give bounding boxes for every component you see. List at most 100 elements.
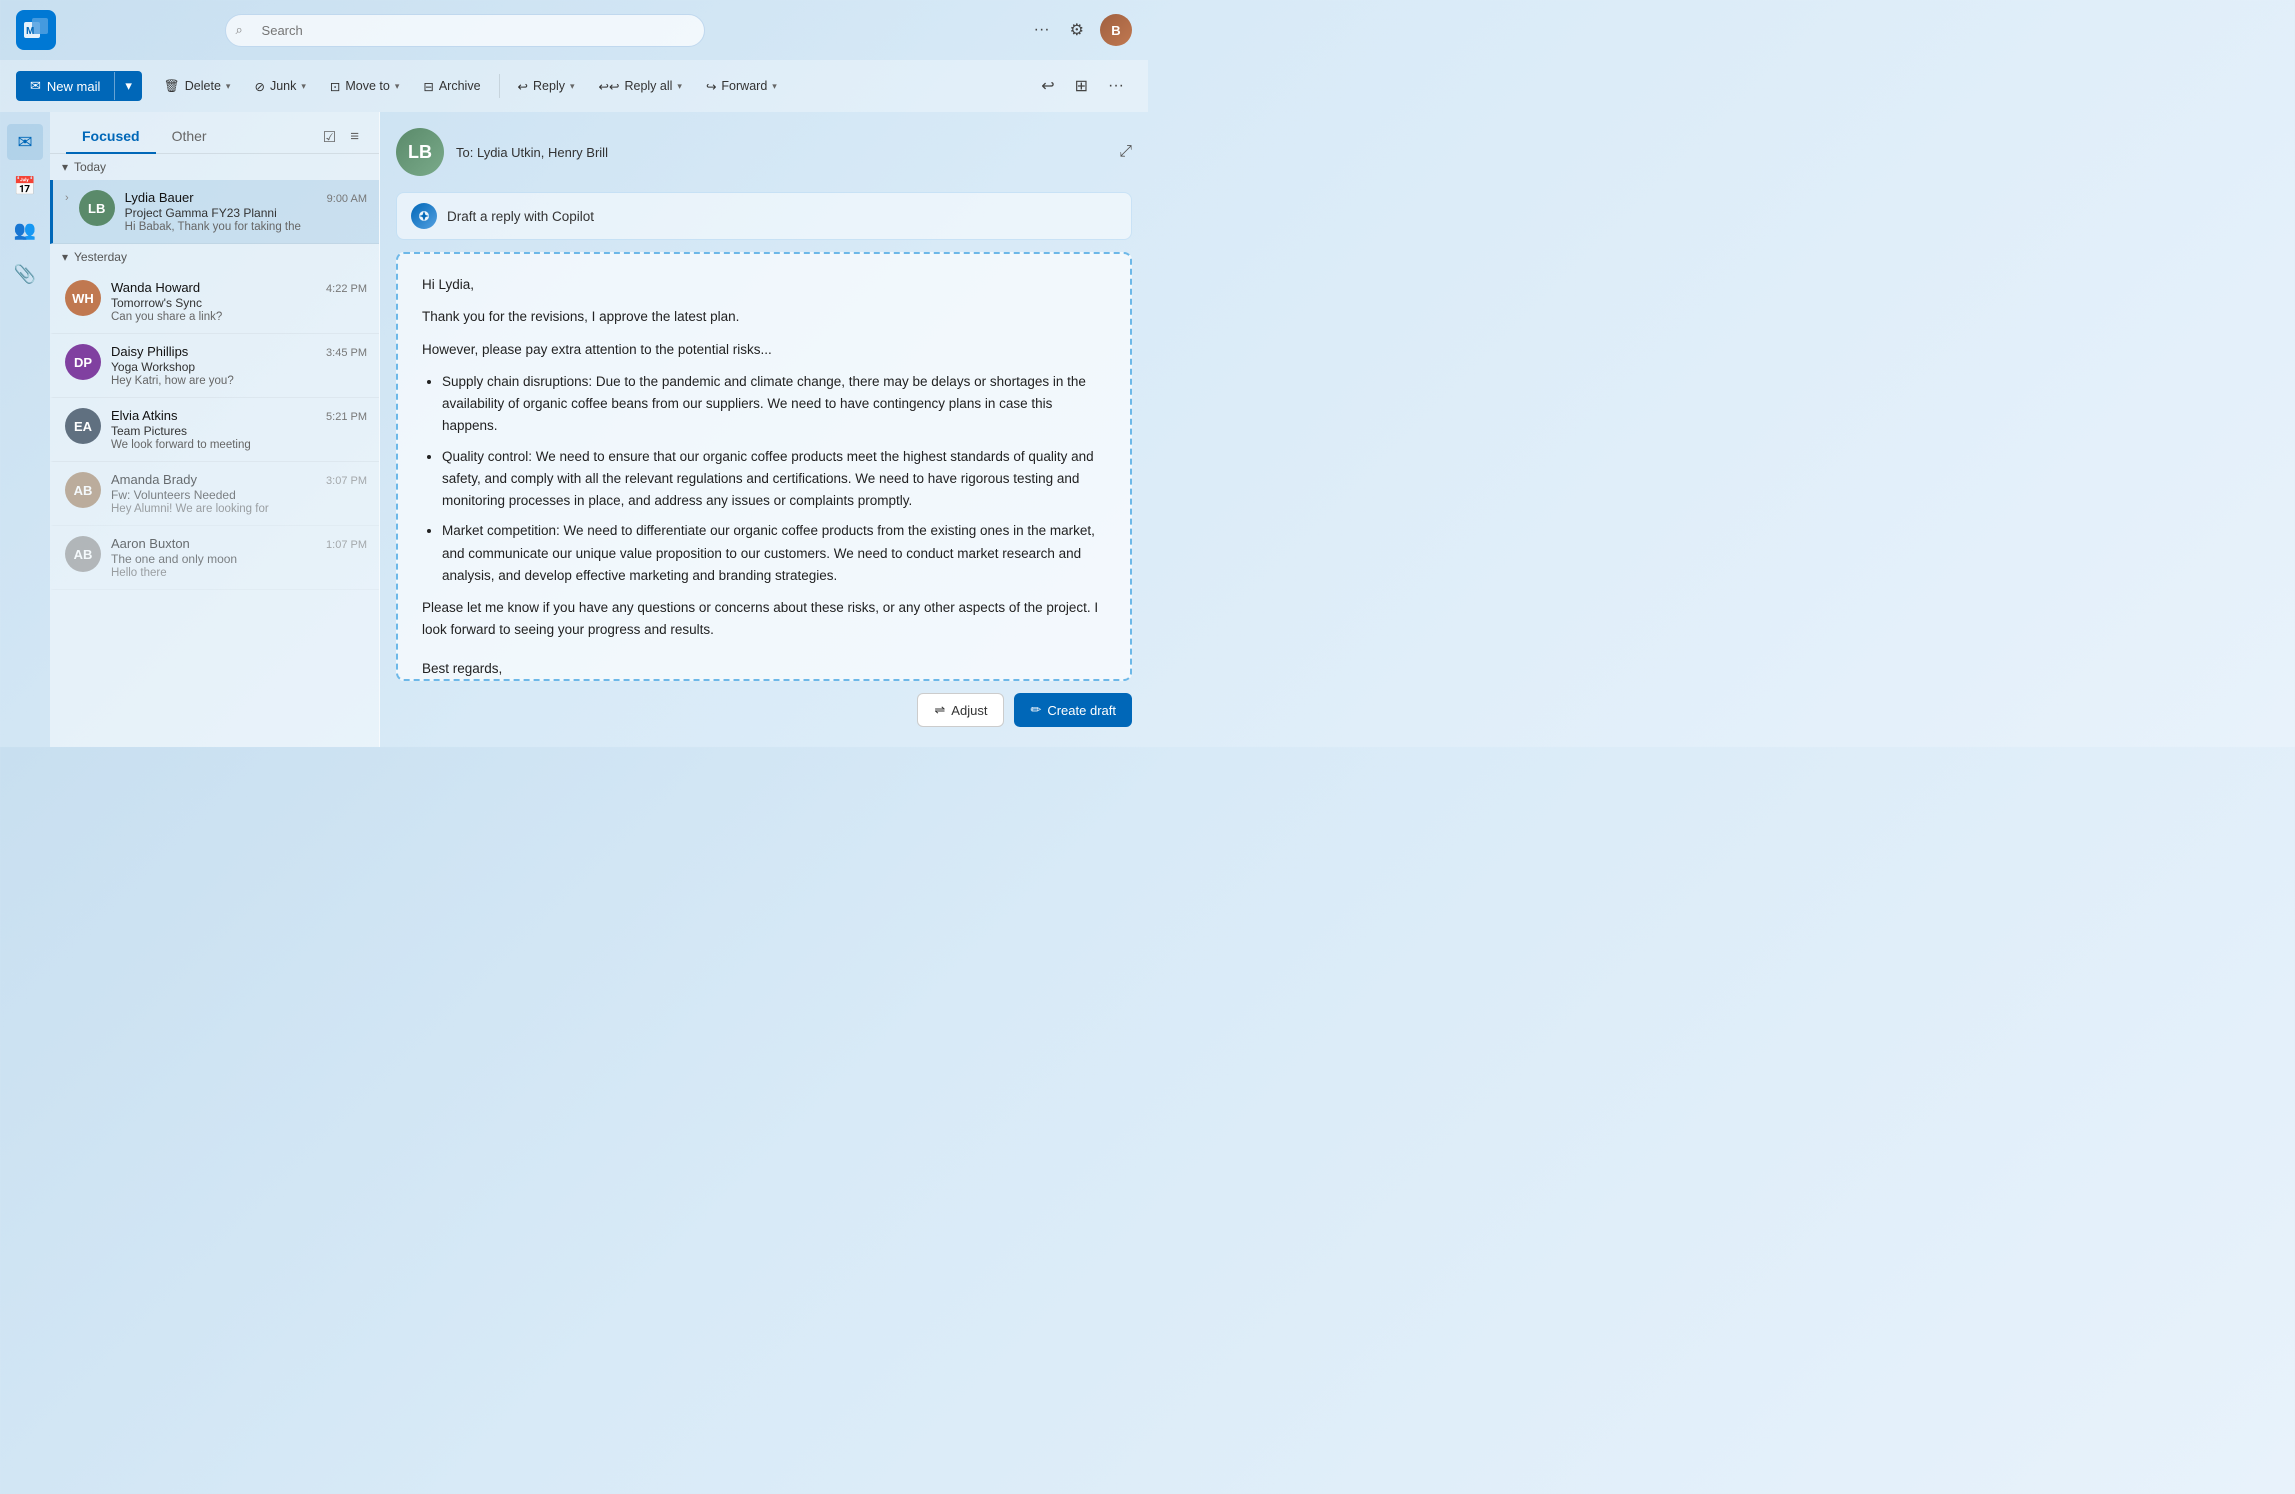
- email-subject: Yoga Workshop: [111, 360, 367, 374]
- yesterday-caret-icon: ▾: [62, 250, 68, 264]
- reply-dropdown-icon: ▾: [570, 81, 575, 92]
- avatar-amanda-brady: AB: [65, 472, 101, 508]
- forward-button[interactable]: ↪ Forward ▾: [696, 73, 787, 100]
- email-subject: Fw: Volunteers Needed: [111, 488, 367, 502]
- grid-button[interactable]: ⊞: [1067, 70, 1096, 102]
- adjust-icon: ⇌: [934, 702, 945, 718]
- email-subject: Tomorrow's Sync: [111, 296, 367, 310]
- reply-icon: ↩: [518, 79, 528, 94]
- email-item-lydia-bauer[interactable]: › LB Lydia Bauer 9:00 AM Project Gamma F…: [50, 180, 379, 244]
- email-to-line: To: Lydia Utkin, Henry Brill: [456, 145, 608, 160]
- draft-bullet-2: Quality control: We need to ensure that …: [442, 446, 1106, 513]
- email-content: Lydia Bauer 9:00 AM Project Gamma FY23 P…: [125, 190, 367, 233]
- tab-focused[interactable]: Focused: [66, 120, 156, 154]
- email-header: LB To: Lydia Utkin, Henry Brill ⤢: [396, 128, 1132, 176]
- today-section-header[interactable]: ▾ Today: [50, 154, 379, 180]
- sender-name: Wanda Howard: [111, 280, 200, 295]
- adjust-button[interactable]: ⇌ Adjust: [917, 693, 1004, 727]
- settings-button[interactable]: ⚙: [1066, 16, 1088, 44]
- junk-button[interactable]: ⊘ Junk ▾: [244, 73, 315, 100]
- draft-closing-para: Please let me know if you have any quest…: [422, 597, 1106, 642]
- email-content: Amanda Brady 3:07 PM Fw: Volunteers Need…: [111, 472, 367, 515]
- copilot-label: Draft a reply with Copilot: [447, 209, 594, 224]
- create-draft-icon: ✏: [1030, 702, 1041, 718]
- sender-name: Daisy Phillips: [111, 344, 188, 359]
- email-item-daisy-phillips[interactable]: DP Daisy Phillips 3:45 PM Yoga Workshop …: [50, 334, 379, 398]
- reply-all-icon: ↩↩: [599, 79, 620, 94]
- expand-email-button[interactable]: ⤢: [1119, 143, 1132, 161]
- undo-button[interactable]: ↩: [1033, 70, 1062, 102]
- email-time: 4:22 PM: [326, 283, 367, 295]
- email-item-elvia-atkins[interactable]: EA Elvia Atkins 5:21 PM Team Pictures We…: [50, 398, 379, 462]
- email-content: Aaron Buxton 1:07 PM The one and only mo…: [111, 536, 367, 579]
- email-time: 5:21 PM: [326, 411, 367, 423]
- email-content: Elvia Atkins 5:21 PM Team Pictures We lo…: [111, 408, 367, 451]
- email-list: Focused Other ☑ ≡ ▾ Today › LB Lydia Bau…: [50, 112, 380, 747]
- draft-paragraph1: Thank you for the revisions, I approve t…: [422, 306, 1106, 328]
- move-to-button[interactable]: ⊡ Move to ▾: [320, 73, 409, 100]
- email-subject: Team Pictures: [111, 424, 367, 438]
- copilot-banner[interactable]: Draft a reply with Copilot: [396, 192, 1132, 240]
- nav-attachments[interactable]: 📎: [7, 256, 43, 292]
- archive-icon: ⊟: [423, 79, 433, 94]
- sender-avatar-large: LB: [396, 128, 444, 176]
- filter-select-button[interactable]: ☑: [319, 124, 340, 150]
- move-to-label: Move to: [345, 79, 389, 93]
- email-preview: We look forward to meeting: [111, 439, 367, 451]
- reply-all-button[interactable]: ↩↩ Reply all ▾: [589, 73, 692, 100]
- email-subject: The one and only moon: [111, 552, 367, 566]
- draft-sign-off: Best regards,: [422, 658, 1106, 680]
- envelope-icon: ✉: [30, 78, 41, 94]
- forward-dropdown-icon: ▾: [772, 81, 777, 92]
- junk-dropdown-icon: ▾: [301, 81, 306, 92]
- nav-calendar[interactable]: 📅: [7, 168, 43, 204]
- draft-bullet-3: Market competition: We need to different…: [442, 520, 1106, 587]
- toolbar-separator: [499, 74, 500, 98]
- create-draft-button[interactable]: ✏ Create draft: [1014, 693, 1132, 727]
- email-subject: Project Gamma FY23 Planni: [125, 206, 367, 220]
- tab-other[interactable]: Other: [156, 120, 223, 154]
- reply-all-dropdown-icon: ▾: [677, 81, 682, 92]
- delete-button[interactable]: 🗑 Delete ▾: [154, 73, 241, 100]
- draft-area[interactable]: Hi Lydia, Thank you for the revisions, I…: [396, 252, 1132, 681]
- archive-label: Archive: [439, 79, 481, 93]
- top-bar: M ⌕ ··· ⚙ B: [0, 0, 1148, 60]
- sender-name: Aaron Buxton: [111, 536, 190, 551]
- draft-intro2: However, please pay extra attention to t…: [422, 339, 1106, 361]
- tab-bar: Focused Other ☑ ≡: [50, 112, 379, 154]
- email-item-wanda-howard[interactable]: WH Wanda Howard 4:22 PM Tomorrow's Sync …: [50, 270, 379, 334]
- draft-bullets: Supply chain disruptions: Due to the pan…: [422, 371, 1106, 587]
- today-caret-icon: ▾: [62, 160, 68, 174]
- app-icon: M: [16, 10, 56, 50]
- move-icon: ⊡: [330, 79, 340, 94]
- copilot-icon: [411, 203, 437, 229]
- new-mail-label: New mail: [47, 79, 100, 94]
- email-time: 9:00 AM: [327, 193, 367, 205]
- new-mail-button[interactable]: ✉ New mail ▾: [16, 71, 142, 101]
- avatar[interactable]: B: [1100, 14, 1132, 46]
- email-item-amanda-brady[interactable]: AB Amanda Brady 3:07 PM Fw: Volunteers N…: [50, 462, 379, 526]
- sort-filter-button[interactable]: ≡: [346, 124, 363, 150]
- yesterday-section-header[interactable]: ▾ Yesterday: [50, 244, 379, 270]
- nav-people[interactable]: 👥: [7, 212, 43, 248]
- reply-all-label: Reply all: [624, 79, 672, 93]
- more-options-button[interactable]: ···: [1030, 17, 1054, 43]
- nav-mail[interactable]: ✉: [7, 124, 43, 160]
- avatar-daisy-phillips: DP: [65, 344, 101, 380]
- expand-icon: ›: [65, 190, 69, 204]
- toolbar: ✉ New mail ▾ 🗑 Delete ▾ ⊘ Junk ▾ ⊡ Move …: [0, 60, 1148, 112]
- reply-label: Reply: [533, 79, 565, 93]
- archive-button[interactable]: ⊟ Archive: [413, 73, 490, 100]
- forward-label: Forward: [721, 79, 767, 93]
- search-bar: ⌕: [225, 14, 705, 47]
- search-input[interactable]: [225, 14, 705, 47]
- svg-text:M: M: [26, 26, 34, 37]
- email-time: 3:45 PM: [326, 347, 367, 359]
- email-preview: Hey Katri, how are you?: [111, 375, 367, 387]
- avatar-elvia-atkins: EA: [65, 408, 101, 444]
- avatar-lydia-bauer: LB: [79, 190, 115, 226]
- email-item-aaron-buxton[interactable]: AB Aaron Buxton 1:07 PM The one and only…: [50, 526, 379, 590]
- avatar-wanda-howard: WH: [65, 280, 101, 316]
- overflow-button[interactable]: ···: [1100, 71, 1132, 101]
- reply-button[interactable]: ↩ Reply ▾: [508, 73, 585, 100]
